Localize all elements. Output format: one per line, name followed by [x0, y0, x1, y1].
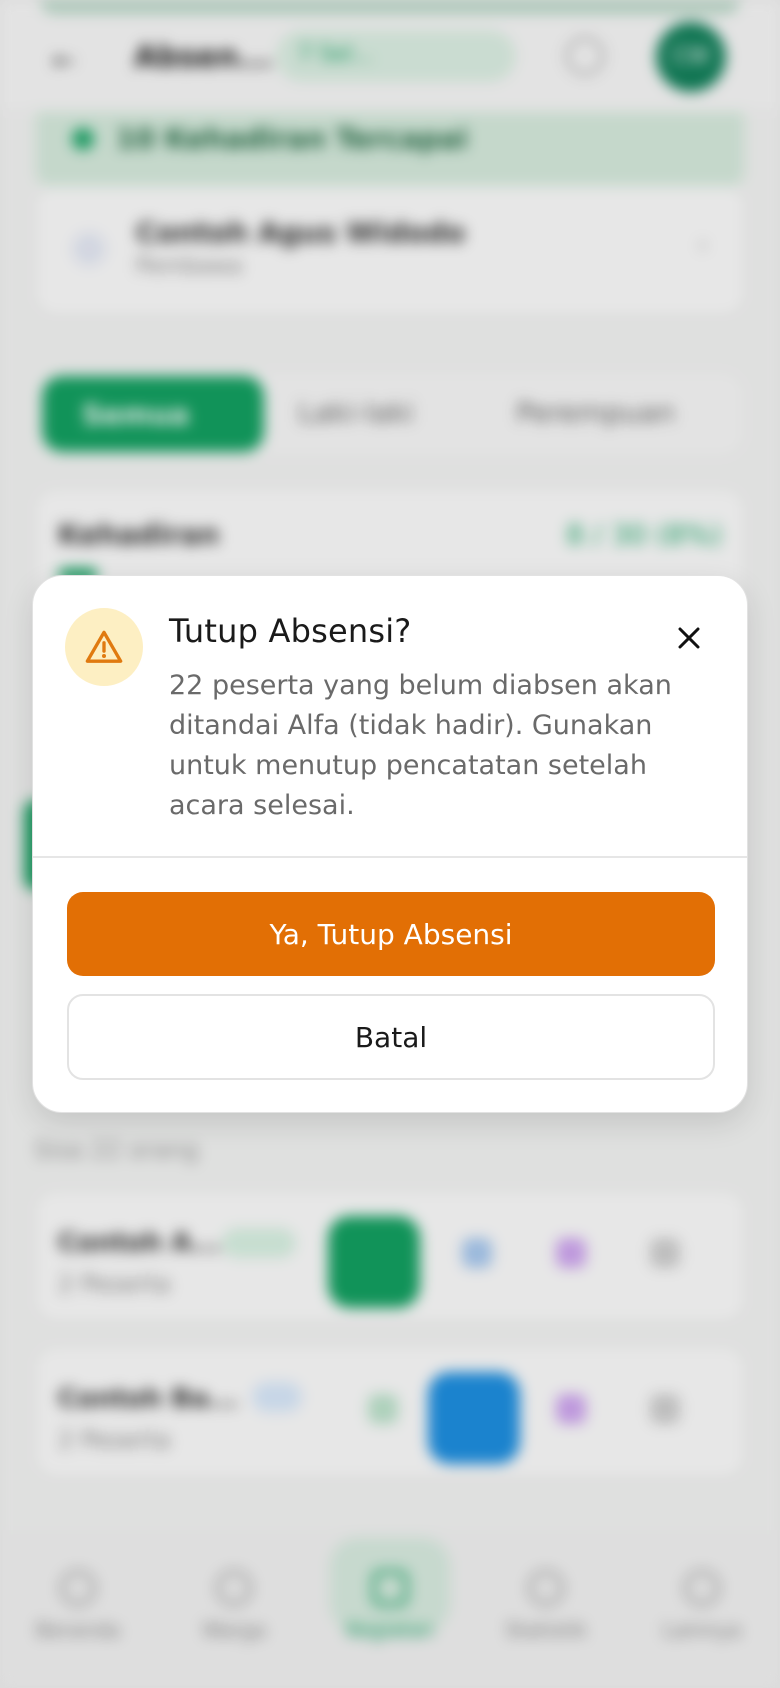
dialog-title: Tutup Absensi? — [169, 612, 412, 650]
cancel-button[interactable]: Batal — [67, 994, 715, 1080]
dialog-divider — [33, 856, 747, 858]
close-icon[interactable] — [677, 626, 701, 650]
confirm-close-attendance-button[interactable]: Ya, Tutup Absensi — [67, 892, 715, 976]
close-attendance-dialog: Tutup Absensi? 22 peserta yang belum dia… — [32, 575, 748, 1113]
warning-triangle-icon — [85, 630, 123, 663]
warning-icon-container — [65, 608, 143, 686]
dialog-message: 22 peserta yang belum diabsen akan ditan… — [169, 670, 672, 821]
close-button[interactable] — [669, 618, 709, 658]
